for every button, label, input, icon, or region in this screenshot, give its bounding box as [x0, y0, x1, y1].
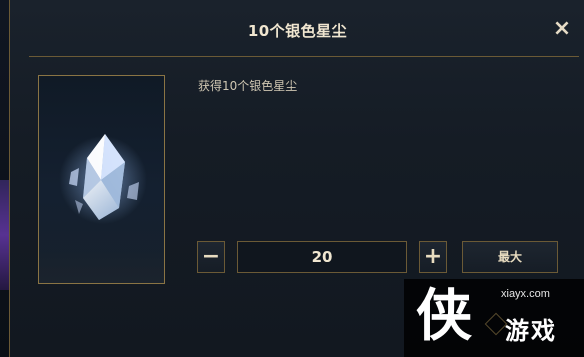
- quantity-input[interactable]: 20: [237, 241, 407, 273]
- watermark-logo-char: 侠: [416, 283, 472, 349]
- minus-icon: −: [201, 244, 221, 269]
- plus-icon: +: [423, 244, 443, 269]
- close-button[interactable]: ×: [551, 18, 573, 40]
- item-card: [38, 75, 165, 284]
- card-footer-shade: [39, 249, 164, 283]
- title-divider: [29, 56, 579, 57]
- close-icon: ×: [552, 16, 572, 41]
- crystal-icon: [59, 134, 147, 224]
- item-description: 获得10个银色星尘: [198, 79, 298, 93]
- watermark-name: 游戏: [505, 317, 557, 345]
- max-quantity-button[interactable]: 最大: [462, 241, 558, 273]
- dialog-title: 10个银色星尘: [247, 22, 348, 40]
- watermark-url: xiayx.com: [501, 288, 550, 300]
- increase-quantity-button[interactable]: +: [419, 241, 447, 273]
- decrease-quantity-button[interactable]: −: [197, 241, 225, 273]
